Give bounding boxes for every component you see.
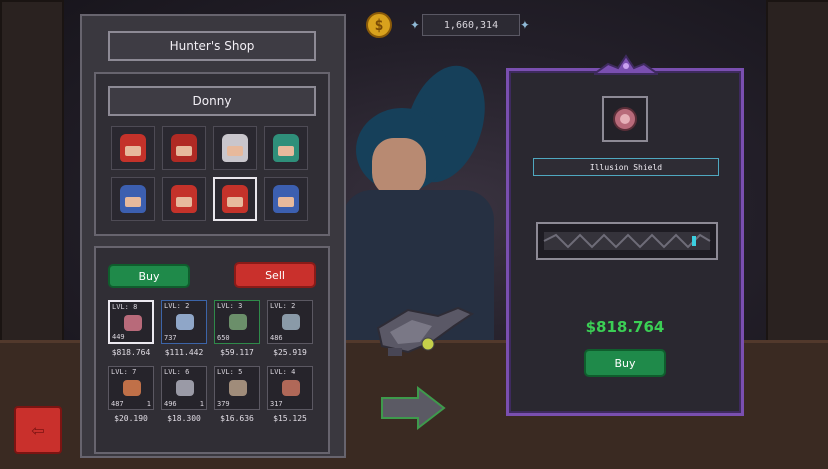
detail-item-name: Illusion Shield [533, 158, 719, 176]
item-price: $25.919 [273, 348, 307, 357]
panel-crown-ornament [594, 54, 658, 75]
item-icon [282, 314, 300, 330]
item-quantity: 449 [112, 333, 125, 341]
item-level: LVL: 7 [111, 368, 137, 376]
back-arrow-icon: ⇦ [31, 417, 45, 443]
item-slot[interactable]: LVL: 2 486 [267, 300, 313, 344]
hero-red-hood-portrait [120, 134, 146, 162]
item-level: LVL: 5 [217, 368, 243, 376]
item-icon [123, 380, 141, 396]
item-slot[interactable]: LVL: 7 487 1 [108, 366, 154, 410]
item-icon [124, 315, 142, 331]
hero-slot[interactable] [213, 126, 257, 170]
hero-blue-wizard-portrait [120, 185, 146, 213]
hero-red-hood-3-portrait [222, 185, 248, 213]
item-icon [229, 380, 247, 396]
detail-buy-button[interactable]: Buy [584, 349, 666, 377]
item-slot[interactable]: LVL: 3 650 [214, 300, 260, 344]
item-icon [282, 380, 300, 396]
left-shelf [0, 0, 64, 344]
item-level: LVL: 8 [112, 303, 138, 311]
item-level: LVL: 6 [164, 368, 190, 376]
gem-right-icon: ✦ [520, 14, 530, 33]
item-price: $15.125 [273, 414, 307, 423]
sell-tab-button[interactable]: Sell [234, 262, 316, 288]
item-level: LVL: 3 [217, 302, 243, 310]
item-price: $818.764 [111, 348, 151, 357]
hunter-name: Donny [108, 86, 316, 116]
hero-slot[interactable] [162, 126, 206, 170]
item-quantity: 487 [111, 400, 124, 408]
item-quantity: 486 [270, 334, 283, 342]
hero-red-hat-portrait [171, 134, 197, 162]
buy-tab-button[interactable]: Buy [108, 264, 190, 288]
hero-slot[interactable] [213, 177, 257, 221]
hero-red-hood-2-portrait [171, 185, 197, 213]
item-quantity: 317 [270, 400, 283, 408]
hero-slot[interactable] [264, 177, 308, 221]
hero-blue-wizard-2-portrait [273, 185, 299, 213]
item-price: $20.190 [114, 414, 148, 423]
gold-amount: 1,660,314 [422, 14, 520, 36]
hero-slot[interactable] [264, 126, 308, 170]
hero-slot[interactable] [111, 126, 155, 170]
item-icon [176, 380, 194, 396]
item-level: LVL: 2 [270, 302, 296, 310]
coin-icon: $ [366, 12, 392, 38]
item-slot[interactable]: LVL: 8 449 [108, 300, 154, 344]
back-button[interactable]: ⇦ [14, 406, 62, 454]
item-price: $16.636 [220, 414, 254, 423]
item-price: $18.300 [167, 414, 201, 423]
detail-price: $818.764 [585, 318, 665, 336]
shop-title: Hunter's Shop [108, 31, 316, 61]
item-level: LVL: 4 [270, 368, 296, 376]
item-slot[interactable]: LVL: 6 496 1 [161, 366, 207, 410]
next-arrow-icon[interactable] [380, 386, 446, 430]
item-quantity: 496 [164, 400, 177, 408]
item-quantity: 650 [217, 334, 230, 342]
item-slot[interactable]: LVL: 2 737 [161, 300, 207, 344]
illusion-shield-prop [376, 306, 475, 356]
item-stat-bar [536, 222, 718, 260]
hero-knight-portrait [222, 134, 248, 162]
item-price: $111.442 [164, 348, 204, 357]
item-count: 1 [199, 400, 204, 408]
item-count: 1 [146, 400, 151, 408]
hero-slot[interactable] [162, 177, 206, 221]
item-slot[interactable]: LVL: 5 379 [214, 366, 260, 410]
hero-slot[interactable] [111, 177, 155, 221]
item-price: $59.117 [220, 348, 254, 357]
right-shelf [766, 0, 828, 344]
item-slot[interactable]: LVL: 4 317 [267, 366, 313, 410]
item-quantity: 379 [217, 400, 230, 408]
item-level: LVL: 2 [164, 302, 190, 310]
illusion-shield-icon [613, 107, 637, 131]
item-icon [176, 314, 194, 330]
hero-green-hood-portrait [273, 134, 299, 162]
item-icon [229, 314, 247, 330]
detail-item-icon-frame [602, 96, 648, 142]
item-quantity: 737 [164, 334, 177, 342]
